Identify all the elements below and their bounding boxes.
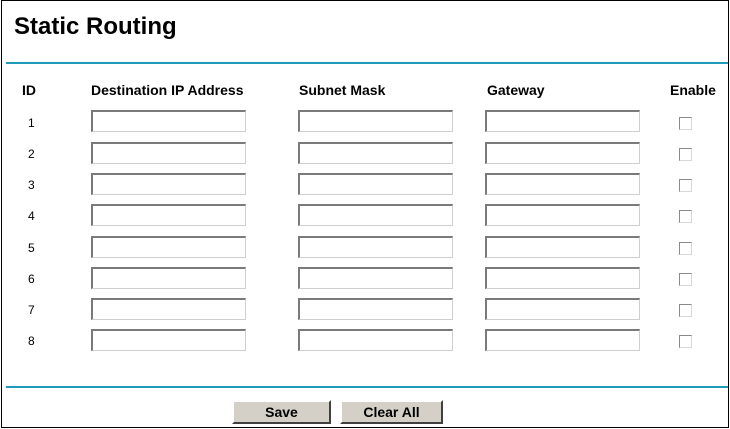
subnet-mask-input-5[interactable] [298,236,453,258]
gateway-input-4[interactable] [485,204,640,226]
destination-ip-input-3[interactable] [91,173,246,195]
enable-checkbox-8[interactable] [679,335,692,348]
enable-checkbox-1[interactable] [679,117,692,130]
gateway-input-2[interactable] [485,142,640,164]
destination-ip-input-7[interactable] [91,298,246,320]
gateway-input-1[interactable] [485,110,640,132]
destination-ip-input-8[interactable] [91,329,246,351]
enable-checkbox-3[interactable] [679,179,692,192]
gateway-input-8[interactable] [485,329,640,351]
footer-divider [6,386,728,388]
clear-all-button[interactable]: Clear All [340,400,443,424]
row-id: 3 [28,178,35,192]
subnet-mask-input-3[interactable] [298,173,453,195]
enable-checkbox-6[interactable] [679,273,692,286]
column-header-enable: Enable [670,82,716,98]
gateway-input-6[interactable] [485,267,640,289]
subnet-mask-input-8[interactable] [298,329,453,351]
gateway-input-7[interactable] [485,298,640,320]
static-routing-panel: Static Routing ID Destination IP Address… [1,0,729,428]
save-button[interactable]: Save [232,400,331,424]
row-id: 4 [28,209,35,223]
row-id: 5 [28,241,35,255]
subnet-mask-input-7[interactable] [298,298,453,320]
destination-ip-input-4[interactable] [91,204,246,226]
subnet-mask-input-2[interactable] [298,142,453,164]
column-header-destination: Destination IP Address [91,82,244,98]
enable-checkbox-5[interactable] [679,242,692,255]
column-header-subnet: Subnet Mask [299,82,386,98]
header-divider [6,62,728,64]
enable-checkbox-7[interactable] [679,304,692,317]
enable-checkbox-2[interactable] [679,148,692,161]
destination-ip-input-2[interactable] [91,142,246,164]
gateway-input-5[interactable] [485,236,640,258]
page-title: Static Routing [14,13,177,40]
gateway-input-3[interactable] [485,173,640,195]
destination-ip-input-6[interactable] [91,267,246,289]
subnet-mask-input-1[interactable] [298,110,453,132]
enable-checkbox-4[interactable] [679,210,692,223]
row-id: 6 [28,272,35,286]
row-id: 8 [28,334,35,348]
column-header-id: ID [22,82,36,98]
row-id: 7 [28,303,35,317]
destination-ip-input-1[interactable] [91,110,246,132]
destination-ip-input-5[interactable] [91,236,246,258]
column-header-gateway: Gateway [487,82,545,98]
subnet-mask-input-6[interactable] [298,267,453,289]
row-id: 2 [28,147,35,161]
row-id: 1 [28,116,35,130]
subnet-mask-input-4[interactable] [298,204,453,226]
